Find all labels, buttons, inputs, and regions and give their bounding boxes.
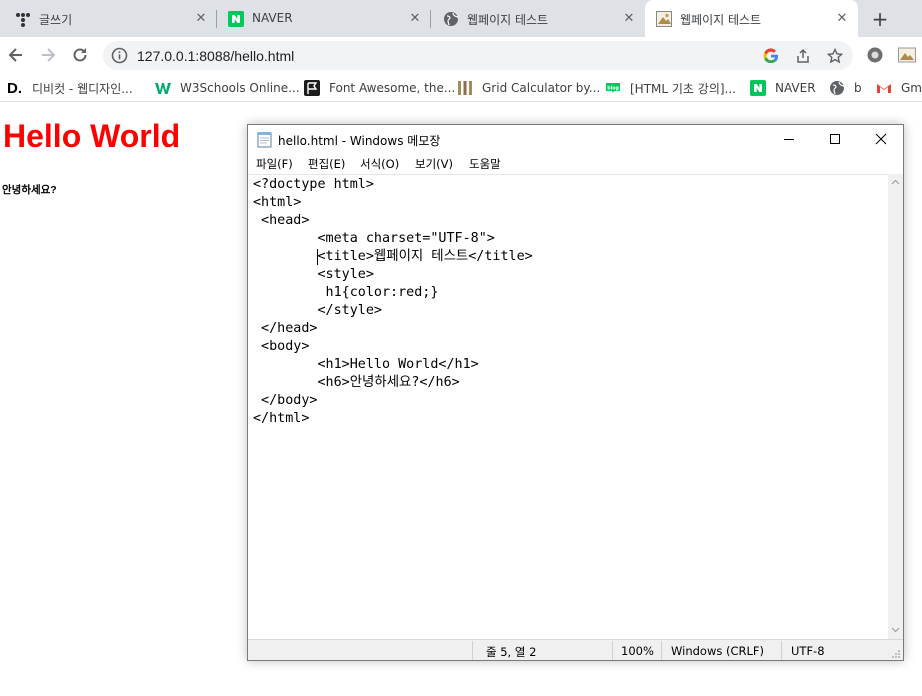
forward-icon[interactable] — [38, 45, 58, 65]
notepad-title-bar[interactable]: hello.html - Windows 메모장 — [248, 125, 903, 154]
bookmark-label: NAVER — [775, 81, 816, 95]
globe-icon — [830, 81, 845, 95]
page-heading-h6: 안녕하세요? — [2, 184, 57, 196]
notepad-menu-bar: 파일(F) 편집(E) 서식(O) 보기(V) 도움말 — [248, 154, 903, 174]
page-heading-h1: Hello World — [3, 118, 181, 154]
bookmark-item[interactable]: Font Awesome, the... — [304, 79, 455, 97]
tab-title: 웹페이지 테스트 — [680, 13, 762, 27]
naver-icon — [750, 80, 766, 96]
bookmark-label: [HTML 기초 강의]... — [630, 81, 736, 96]
address-bar[interactable]: 127.0.0.1:8088/hello.html — [103, 41, 853, 70]
status-divider — [661, 641, 662, 660]
close-tab-icon[interactable]: ✕ — [622, 12, 636, 26]
tistory-icon — [16, 13, 30, 27]
notepad-status-bar: 줄 5, 열 2 100% Windows (CRLF) UTF-8 — [248, 639, 903, 660]
code-text[interactable]: <?doctype html> <html> <head> <meta char… — [253, 176, 533, 428]
bookmark-item[interactable]: b — [829, 79, 862, 97]
naver-icon — [228, 11, 244, 27]
reload-icon[interactable] — [70, 45, 90, 65]
bookmarks-bar: D. 디비컷 - 웹디자인... W3Schools Online... Fon… — [0, 73, 922, 102]
google-icon[interactable] — [763, 48, 779, 64]
maximize-icon[interactable] — [812, 125, 858, 154]
vertical-scrollbar[interactable] — [888, 174, 903, 639]
menu-file[interactable]: 파일(F) — [256, 156, 293, 172]
bookmark-label: Font Awesome, the... — [329, 81, 456, 95]
grid-icon — [458, 81, 472, 95]
d-logo-icon: D. — [7, 80, 22, 96]
encoding: UTF-8 — [791, 644, 825, 658]
status-divider — [781, 641, 782, 660]
globe-icon — [444, 12, 459, 26]
bookmark-item[interactable]: W3Schools Online... — [155, 79, 300, 97]
share-icon[interactable] — [795, 48, 811, 64]
cursor-position: 줄 5, 열 2 — [486, 645, 537, 659]
bookmark-item[interactable]: blog [HTML 기초 강의]... — [605, 79, 736, 97]
notepad-app-icon — [257, 132, 272, 148]
line-ending: Windows (CRLF) — [671, 644, 765, 658]
tab-webpage-test[interactable]: 웹페이지 테스트 ✕ — [431, 0, 645, 37]
back-icon[interactable] — [6, 45, 26, 65]
browser-toolbar: 127.0.0.1:8088/hello.html — [0, 37, 922, 73]
status-divider — [472, 641, 473, 660]
zoom-level: 100% — [621, 644, 654, 658]
notepad-title: hello.html - Windows 메모장 — [278, 134, 441, 148]
close-tab-icon[interactable]: ✕ — [194, 12, 208, 26]
tab-title: NAVER — [252, 11, 293, 25]
tab-title: 웹페이지 테스트 — [467, 13, 549, 27]
tab-write[interactable]: 글쓰기 ✕ — [0, 0, 216, 37]
url-text[interactable]: 127.0.0.1:8088/hello.html — [137, 48, 294, 64]
page-thumbnail-icon — [656, 11, 672, 27]
svg-text:blog: blog — [607, 86, 619, 92]
blog-icon: blog — [606, 83, 620, 93]
profile-avatar-icon[interactable] — [898, 46, 916, 64]
close-icon[interactable] — [858, 125, 904, 154]
minimize-icon[interactable] — [766, 125, 812, 154]
close-tab-icon[interactable]: ✕ — [408, 12, 422, 26]
tab-webpage-test-active[interactable]: 웹페이지 테스트 ✕ — [645, 0, 858, 37]
notepad-text-area[interactable]: <?doctype html> <html> <head> <meta char… — [248, 174, 888, 639]
menu-format[interactable]: 서식(O) — [360, 156, 399, 172]
new-tab-button[interactable]: + — [870, 9, 890, 29]
status-divider — [612, 641, 613, 660]
bookmark-label: Gm — [901, 81, 922, 95]
bookmark-label: W3Schools Online... — [180, 81, 300, 95]
bookmark-label: b — [854, 81, 862, 95]
text-caret — [317, 249, 318, 265]
scroll-up-icon[interactable] — [891, 178, 900, 187]
scroll-down-icon[interactable] — [891, 625, 900, 634]
bookmark-item[interactable]: NAVER — [750, 79, 816, 97]
notepad-window: hello.html - Windows 메모장 파일(F) 편집(E) 서식(… — [247, 124, 904, 661]
extension-icon[interactable] — [866, 46, 884, 64]
menu-edit[interactable]: 편집(E) — [308, 156, 345, 172]
close-tab-icon[interactable]: ✕ — [835, 12, 849, 26]
bookmark-label: Grid Calculator by... — [482, 81, 601, 95]
resize-grip-icon[interactable] — [891, 649, 901, 659]
bookmark-item[interactable]: Grid Calculator by... — [457, 79, 600, 97]
bookmark-item[interactable]: D. 디비컷 - 웹디자인... — [7, 79, 133, 97]
menu-view[interactable]: 보기(V) — [415, 156, 453, 172]
site-info-icon[interactable] — [111, 47, 128, 64]
bookmark-star-icon[interactable] — [827, 48, 843, 64]
tab-naver[interactable]: NAVER ✕ — [217, 0, 430, 37]
tab-title: 글쓰기 — [39, 13, 73, 27]
gmail-icon — [877, 84, 891, 93]
tab-strip: 글쓰기 ✕ NAVER ✕ 웹페이지 테스트 ✕ 웹페이지 테스트 ✕ + — [0, 0, 922, 37]
w3-logo-icon — [155, 83, 171, 94]
flag-icon — [304, 80, 320, 96]
svg-text:D.: D. — [7, 80, 22, 96]
bookmark-item[interactable]: Gm — [876, 79, 922, 97]
bookmark-label: 디비컷 - 웹디자인... — [32, 81, 133, 96]
menu-help[interactable]: 도움말 — [469, 156, 501, 172]
